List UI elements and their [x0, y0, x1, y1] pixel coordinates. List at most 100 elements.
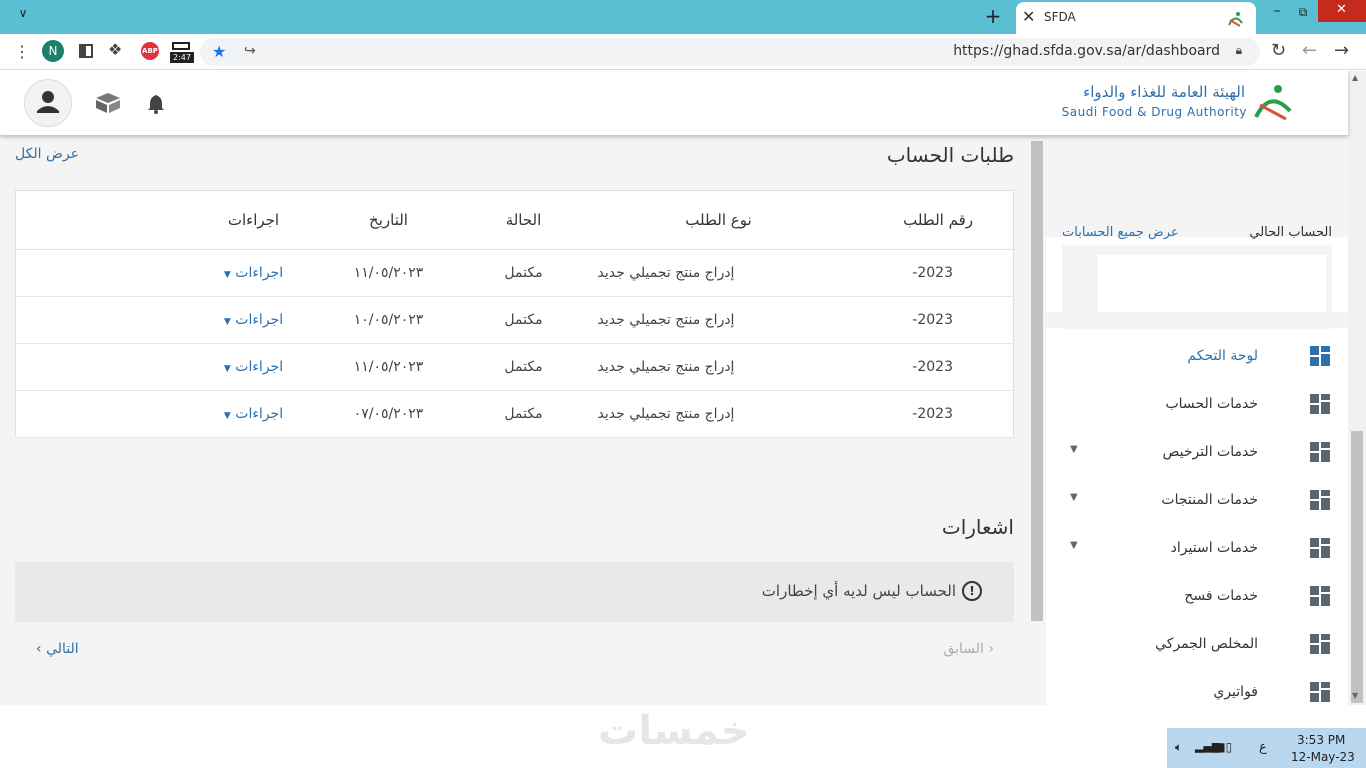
tab-search-chevron-icon[interactable]: ∨: [8, 6, 38, 20]
clock-time[interactable]: 3:53 PM: [1297, 733, 1345, 747]
grid-icon: [1310, 682, 1330, 702]
logo-arabic-text: الهيئة العامة للغذاء والدواء: [1083, 83, 1245, 101]
view-all-requests-link[interactable]: عرض الكل: [15, 146, 79, 162]
forward-icon[interactable]: →: [1334, 40, 1349, 61]
battery-icon[interactable]: ▮▯: [1219, 740, 1232, 754]
actions-dropdown[interactable]: اجراءات ▼: [203, 249, 304, 297]
close-window-icon: ✕: [1336, 2, 1347, 17]
side-panel-icon[interactable]: [79, 44, 93, 58]
profile-avatar[interactable]: N: [42, 40, 64, 62]
menu-dots-icon[interactable]: ⋮: [14, 42, 30, 61]
url-text[interactable]: https://ghad.sfda.gov.sa/ar/dashboard: [953, 43, 1220, 59]
sidebar-item-customs-broker[interactable]: المخلص الجمركي: [1070, 630, 1330, 660]
user-avatar-button[interactable]: [24, 79, 72, 127]
table-row: 2023- إدراج منتج تجميلي جديد مكتمل ٠٧/٠٥…: [15, 390, 1014, 438]
content-scrollbar[interactable]: [1031, 141, 1043, 621]
column-header-date: التاريخ: [303, 190, 474, 250]
sidebar-item-import-services[interactable]: ▼ خدمات استيراد: [1070, 534, 1330, 564]
chevron-down-icon: ▼: [223, 411, 231, 421]
sidebar-item-clearance-services[interactable]: خدمات فسح: [1070, 582, 1330, 612]
close-tab-icon[interactable]: ✕: [1022, 7, 1035, 26]
timer-extension-icon[interactable]: 2:47: [170, 40, 194, 64]
chevron-down-icon: ▼: [223, 317, 231, 327]
actions-dropdown[interactable]: اجراءات ▼: [203, 390, 304, 438]
request-date: ١٠/٠٥/٢٠٢٣: [303, 296, 474, 344]
request-status: مكتمل: [473, 390, 574, 438]
bookmark-star-icon[interactable]: ★: [212, 42, 226, 61]
scrollbar-thumb[interactable]: [1351, 431, 1363, 703]
restore-button[interactable]: ⧉: [1288, 5, 1318, 20]
request-status: مكتمل: [473, 249, 574, 297]
notifications-empty-box: الحساب ليس لديه أي إخطارات !: [15, 562, 1014, 622]
page-scrollbar[interactable]: ▲ ▼: [1348, 71, 1366, 705]
network-signal-icon[interactable]: ▂▄▆: [1195, 740, 1220, 753]
address-bar[interactable]: ★ ↪ https://ghad.sfda.gov.sa/ar/dashboar…: [200, 38, 1260, 66]
package-box-icon[interactable]: [94, 92, 122, 114]
watermark: خمسات: [598, 708, 750, 754]
grid-icon: [1310, 538, 1330, 558]
reload-icon[interactable]: ↻: [1271, 40, 1286, 61]
chevron-down-icon: ▼: [1070, 540, 1078, 551]
request-type: إدراج منتج تجميلي جديد: [573, 343, 864, 391]
sidebar-divider: [1046, 312, 1348, 328]
current-account-label: الحساب الحالي: [1249, 225, 1332, 240]
dashboard-grid-icon: [1310, 346, 1330, 366]
request-date: ١١/٠٥/٢٠٢٣: [303, 343, 474, 391]
language-indicator[interactable]: ع: [1259, 740, 1267, 755]
share-icon[interactable]: ↪: [244, 43, 256, 59]
logo-english-text: Saudi Food & Drug Authority: [1061, 105, 1247, 119]
system-tray: 🔈︎ ▂▄▆ ▮▯ ع 3:53 PM 12-May-23: [1167, 728, 1366, 768]
actions-dropdown[interactable]: اجراءات ▼: [203, 296, 304, 344]
new-tab-button[interactable]: +: [978, 4, 1008, 28]
grid-icon: [1310, 490, 1330, 510]
page-viewport: الهيئة العامة للغذاء والدواء Saudi Food …: [0, 71, 1366, 705]
sfda-logo[interactable]: الهيئة العامة للغذاء والدواء Saudi Food …: [1062, 83, 1300, 123]
request-number: 2023-: [863, 390, 1014, 438]
clock-date[interactable]: 12-May-23: [1291, 750, 1355, 764]
adblock-icon[interactable]: ABP: [141, 42, 159, 60]
browser-toolbar: ⋮ N ❖ ABP 2:47 ★ ↪ https://ghad.sfda.gov…: [0, 34, 1366, 70]
request-number: 2023-: [863, 343, 1014, 391]
pagination-next[interactable]: ‹ التالي: [36, 641, 79, 657]
grid-icon: [1310, 394, 1330, 414]
volume-icon[interactable]: 🔈︎: [1175, 740, 1182, 755]
notification-bell-icon[interactable]: [147, 94, 165, 114]
column-header-actions: اجراءات: [203, 190, 304, 250]
request-date: ٠٧/٠٥/٢٠٢٣: [303, 390, 474, 438]
grid-icon: [1310, 586, 1330, 606]
chevron-down-icon: ▼: [1070, 444, 1078, 455]
column-header-type: نوع الطلب: [573, 190, 864, 250]
chevron-right-icon: ›: [988, 641, 994, 657]
scroll-down-icon[interactable]: ▼: [1352, 691, 1358, 700]
sidebar-item-invoices[interactable]: فواتيري: [1070, 678, 1330, 705]
scroll-up-icon[interactable]: ▲: [1352, 73, 1358, 82]
request-type: إدراج منتج تجميلي جديد: [573, 390, 864, 438]
table-header-row: رقم الطلب نوع الطلب الحالة التاريخ اجراء…: [15, 190, 1014, 250]
grid-icon: [1310, 634, 1330, 654]
view-all-accounts-link[interactable]: عرض جميع الحسابات: [1062, 225, 1179, 240]
sfda-emblem-icon: [1254, 85, 1292, 121]
sidebar-item-license-services[interactable]: ▼ خدمات الترخيص: [1070, 438, 1330, 468]
close-window-button[interactable]: ✕: [1318, 0, 1366, 22]
site-header: الهيئة العامة للغذاء والدواء Saudi Food …: [0, 71, 1348, 135]
active-tab[interactable]: ✕ SFDA: [1016, 2, 1256, 34]
sidebar-item-dashboard[interactable]: لوحة التحكم: [1070, 342, 1330, 372]
pagination-prev[interactable]: السابق ›: [943, 641, 994, 657]
sfda-favicon-icon: [1228, 12, 1243, 27]
request-number: 2023-: [863, 249, 1014, 297]
notifications-empty-message: الحساب ليس لديه أي إخطارات: [761, 582, 956, 600]
request-status: مكتمل: [473, 296, 574, 344]
sidebar-item-product-services[interactable]: ▼ خدمات المنتجات: [1070, 486, 1330, 516]
request-status: مكتمل: [473, 343, 574, 391]
lock-icon[interactable]: 🔒︎: [1236, 43, 1242, 58]
requests-title: طلبات الحساب: [886, 143, 1014, 167]
back-icon[interactable]: ←: [1302, 40, 1317, 61]
sidebar-item-account-services[interactable]: خدمات الحساب: [1070, 390, 1330, 420]
requests-table: رقم الطلب نوع الطلب الحالة التاريخ اجراء…: [15, 190, 1014, 438]
table-row: 2023- إدراج منتج تجميلي جديد مكتمل ١١/٠٥…: [15, 343, 1014, 391]
request-number: 2023-: [863, 296, 1014, 344]
extensions-puzzle-icon[interactable]: ❖: [108, 40, 122, 59]
actions-dropdown[interactable]: اجراءات ▼: [203, 343, 304, 391]
user-icon: [37, 91, 59, 113]
grid-icon: [1310, 442, 1330, 462]
